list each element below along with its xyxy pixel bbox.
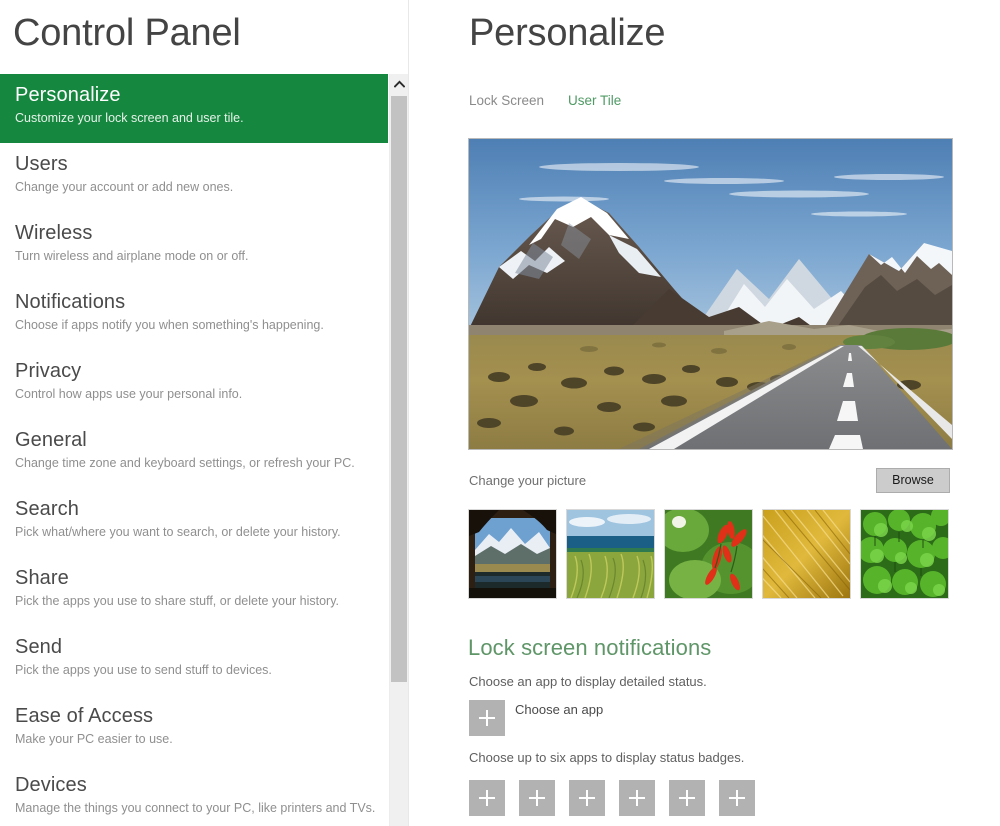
choose-app-label: Choose an app (515, 702, 604, 717)
status-badge-slot[interactable] (669, 780, 705, 816)
sidebar-item-title: Personalize (15, 84, 121, 106)
scroll-track[interactable] (391, 682, 407, 826)
choose-app-row: Choose an app (469, 700, 603, 736)
choose-detailed-status-app-button[interactable] (469, 700, 505, 736)
picture-thumbnail-strip (468, 509, 949, 599)
sidebar-item-share[interactable]: Share Pick the apps you use to share stuf… (0, 557, 388, 626)
change-picture-label: Change your picture (469, 473, 587, 488)
control-panel-title: Control Panel (13, 12, 241, 54)
sidebar-item-users[interactable]: Users Change your account or add new ones… (0, 143, 388, 212)
status-badge-slot[interactable] (569, 780, 605, 816)
tab-bar: Lock Screen User Tile (469, 92, 621, 110)
sidebar-item-description: Change time zone and keyboard settings, … (15, 456, 355, 470)
sidebar-item-devices[interactable]: Devices Manage the things you connect to … (0, 764, 388, 826)
scroll-up-button[interactable] (390, 74, 408, 94)
sidebar-item-description: Choose if apps notify you when something… (15, 318, 324, 332)
sidebar-item-title: Notifications (15, 291, 126, 313)
status-badge-slot[interactable] (619, 780, 655, 816)
sidebar-item-description: Turn wireless and airplane mode on or of… (15, 249, 249, 263)
status-badge-row (469, 780, 755, 816)
sidebar-item-title: Wireless (15, 222, 93, 244)
sidebar-item-send[interactable]: Send Pick the apps you use to send stuff … (0, 626, 388, 695)
sidebar-item-ease-of-access[interactable]: Ease of Access Make your PC easier to use… (0, 695, 388, 764)
sidebar-item-description: Manage the things you connect to your PC… (15, 801, 376, 815)
sidebar-item-description: Pick the apps you use to share stuff, or… (15, 594, 340, 608)
sidebar-item-search[interactable]: Search Pick what/where you want to search… (0, 488, 388, 557)
sidebar-item-notifications[interactable]: Notifications Choose if apps notify you w… (0, 281, 388, 350)
coastal-grass-thumbnail[interactable] (566, 509, 655, 599)
tab-lock-screen[interactable]: Lock Screen (469, 92, 544, 110)
sidebar-item-title: Users (15, 153, 68, 175)
status-badge-slot[interactable] (519, 780, 555, 816)
red-flowers-thumbnail[interactable] (664, 509, 753, 599)
sidebar-item-title: Search (15, 498, 79, 520)
sidebar-item-general[interactable]: General Change time zone and keyboard set… (0, 419, 388, 488)
sidebar-item-description: Control how apps use your personal info. (15, 387, 243, 401)
sidebar-item-description: Customize your lock screen and user tile… (15, 111, 244, 125)
page-title: Personalize (469, 12, 666, 54)
mountain-lake-thumbnail[interactable] (468, 509, 557, 599)
control-panel-window: Control Panel Personalize Customize your … (0, 0, 1000, 826)
sidebar-item-personalize[interactable]: Personalize Customize your lock screen an… (0, 74, 388, 143)
sidebar-item-title: Share (15, 567, 69, 589)
sidebar-item-title: Send (15, 636, 63, 658)
user-tile-preview[interactable] (468, 138, 953, 450)
sidebar-item-description: Pick what/where you want to search, or d… (15, 525, 341, 539)
sidebar-item-wireless[interactable]: Wireless Turn wireless and airplane mode … (0, 212, 388, 281)
settings-nav-list: Personalize Customize your lock screen an… (0, 74, 388, 826)
sidebar-item-description: Make your PC easier to use. (15, 732, 173, 746)
sidebar-item-title: Privacy (15, 360, 82, 382)
sidebar-item-description: Change your account or add new ones. (15, 180, 234, 194)
scroll-thumb[interactable] (391, 96, 407, 682)
green-clover-thumbnail[interactable] (860, 509, 949, 599)
chevron-up-icon (393, 80, 405, 88)
nav-scrollbar[interactable] (389, 74, 408, 826)
left-pane: Control Panel Personalize Customize your … (0, 0, 409, 826)
status-badges-label: Choose up to six apps to display status … (469, 750, 745, 765)
browse-button[interactable]: Browse (876, 468, 950, 493)
status-badge-slot[interactable] (469, 780, 505, 816)
sidebar-item-title: General (15, 429, 87, 451)
sidebar-item-title: Devices (15, 774, 87, 796)
golden-grass-thumbnail[interactable] (762, 509, 851, 599)
status-badge-slot[interactable] (719, 780, 755, 816)
tab-user-tile[interactable]: User Tile (568, 92, 621, 110)
sidebar-item-title: Ease of Access (15, 705, 154, 727)
lock-screen-notifications-heading: Lock screen notifications (468, 635, 712, 660)
sidebar-item-privacy[interactable]: Privacy Control how apps use your persona… (0, 350, 388, 419)
right-pane: Personalize Lock Screen User Tile Change… (409, 0, 1000, 826)
sidebar-item-description: Pick the apps you use to send stuff to d… (15, 663, 272, 677)
detailed-status-label: Choose an app to display detailed status… (469, 674, 707, 689)
